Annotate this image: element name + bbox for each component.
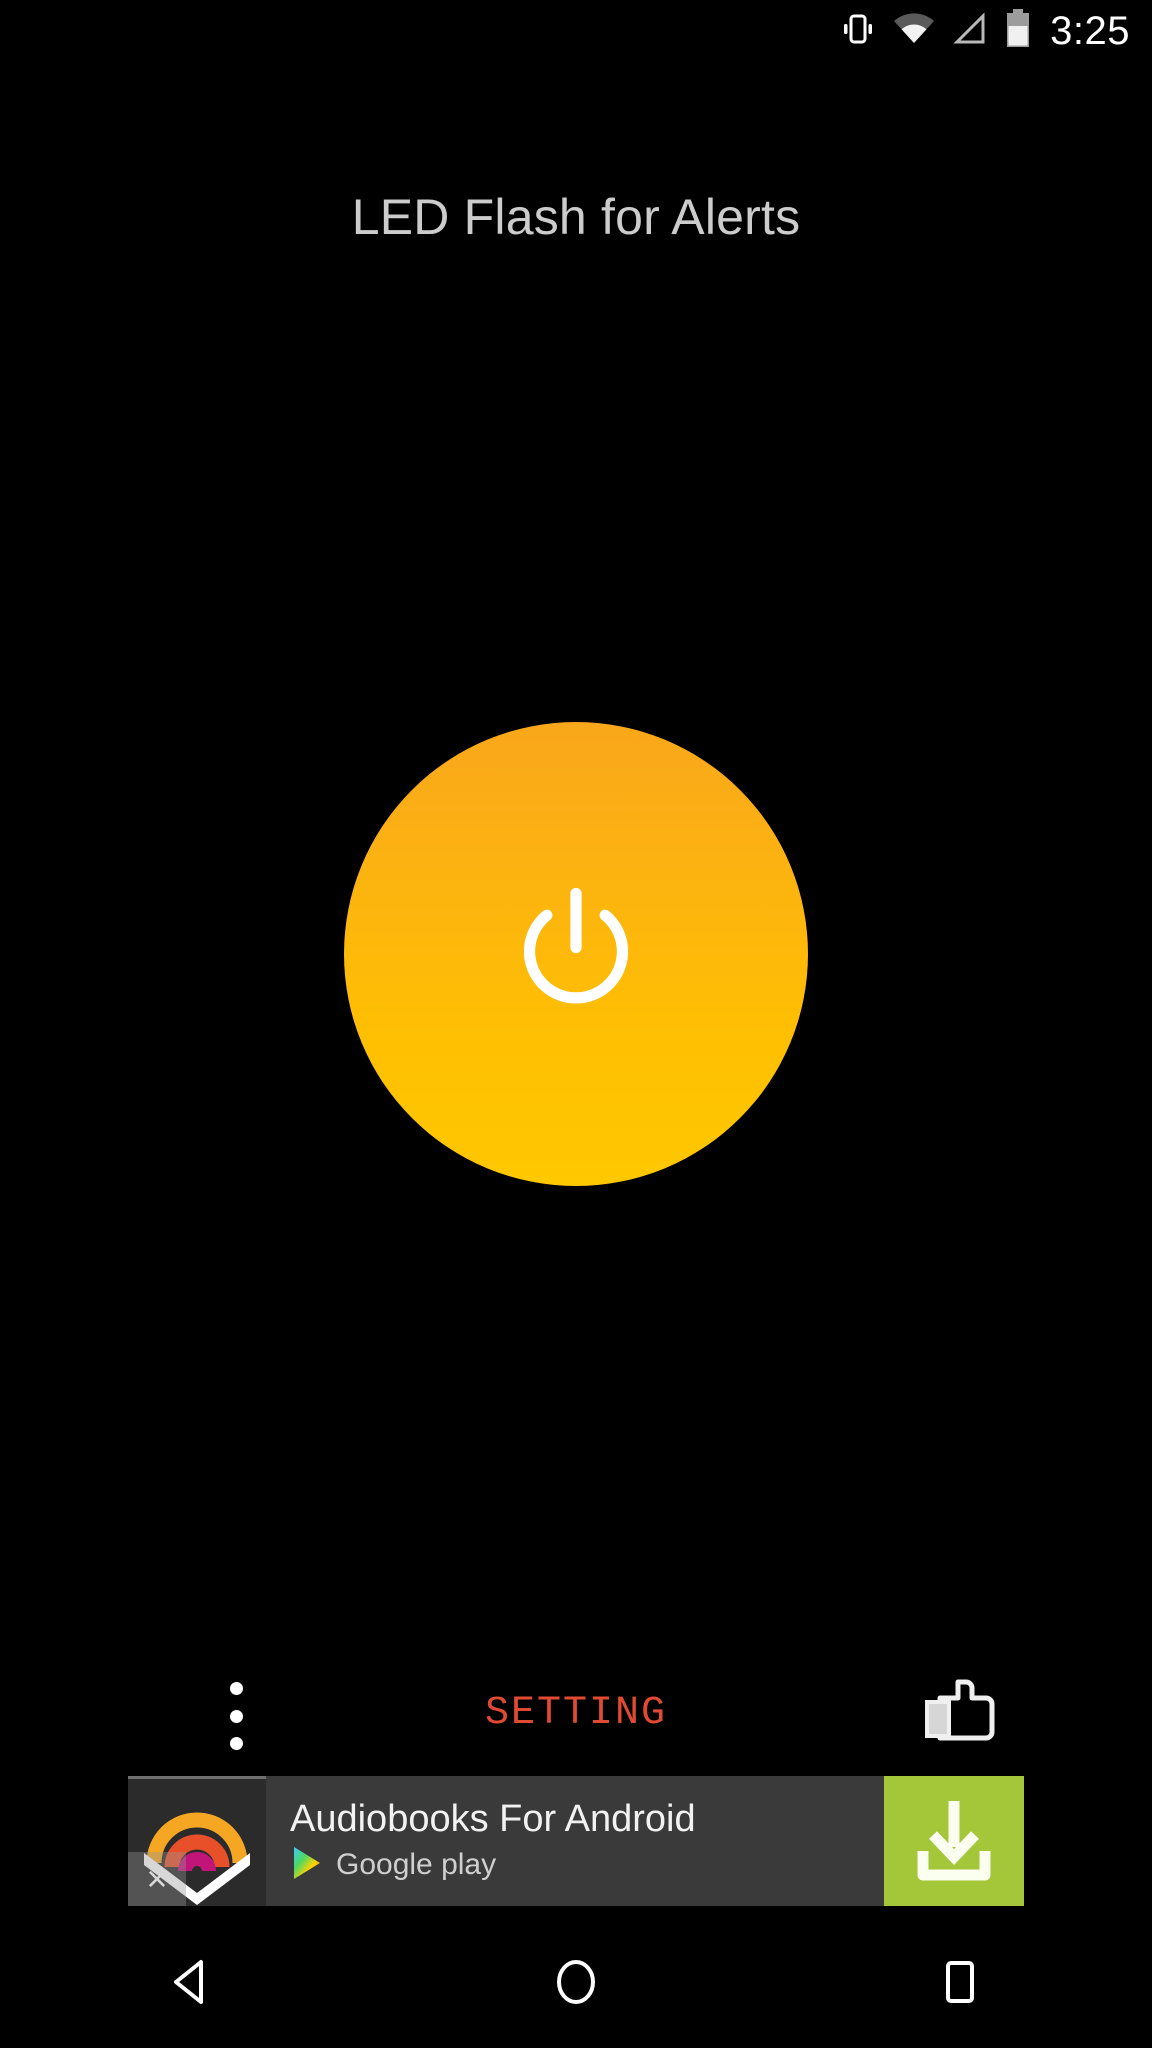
bottom-control-row: SETTING <box>0 1658 1152 1770</box>
vibrate-icon <box>838 9 878 54</box>
overflow-dot <box>229 1682 243 1695</box>
google-play-icon <box>290 1845 324 1886</box>
ad-text-block: Audiobooks For Android Google play <box>266 1776 884 1906</box>
status-bar-clock: 3:25 <box>1050 9 1130 53</box>
home-button[interactable] <box>506 1920 646 2048</box>
thumbs-up-icon <box>922 1674 1002 1757</box>
ad-store-label: Google play <box>336 1848 497 1881</box>
cellular-signal-icon <box>950 9 990 54</box>
status-bar: 3:25 <box>0 0 1152 62</box>
like-button[interactable] <box>920 1674 1004 1756</box>
recents-button[interactable] <box>890 1920 1030 2048</box>
power-toggle-button[interactable] <box>344 722 808 1186</box>
ad-banner[interactable]: × Audiobooks For Android Google play <box>128 1776 1024 1906</box>
home-circle-icon <box>547 1953 605 2016</box>
back-button[interactable] <box>122 1920 262 2048</box>
back-triangle-icon <box>163 1953 221 2016</box>
page-title: LED Flash for Alerts <box>351 189 801 245</box>
android-navigation-bar <box>0 1920 1152 2048</box>
battery-icon <box>1004 8 1032 55</box>
phone-screen: 3:25 LED Flash for Alerts SETTING × Audi… <box>0 0 1152 2048</box>
power-icon <box>501 877 651 1032</box>
overflow-dot <box>229 1709 243 1723</box>
wifi-icon <box>892 9 936 54</box>
download-icon <box>911 1793 997 1890</box>
setting-button[interactable]: SETTING <box>485 1694 667 1734</box>
overflow-menu-button[interactable] <box>205 1676 267 1756</box>
ad-store-row: Google play <box>290 1845 884 1886</box>
ad-headline: Audiobooks For Android <box>290 1797 696 1840</box>
recents-square-icon <box>931 1953 989 2016</box>
ad-close-button[interactable]: × <box>128 1852 186 1906</box>
overflow-dot <box>229 1737 243 1750</box>
close-icon: × <box>146 1858 168 1899</box>
ad-app-icon: × <box>128 1776 266 1906</box>
ad-install-button[interactable] <box>884 1776 1024 1906</box>
